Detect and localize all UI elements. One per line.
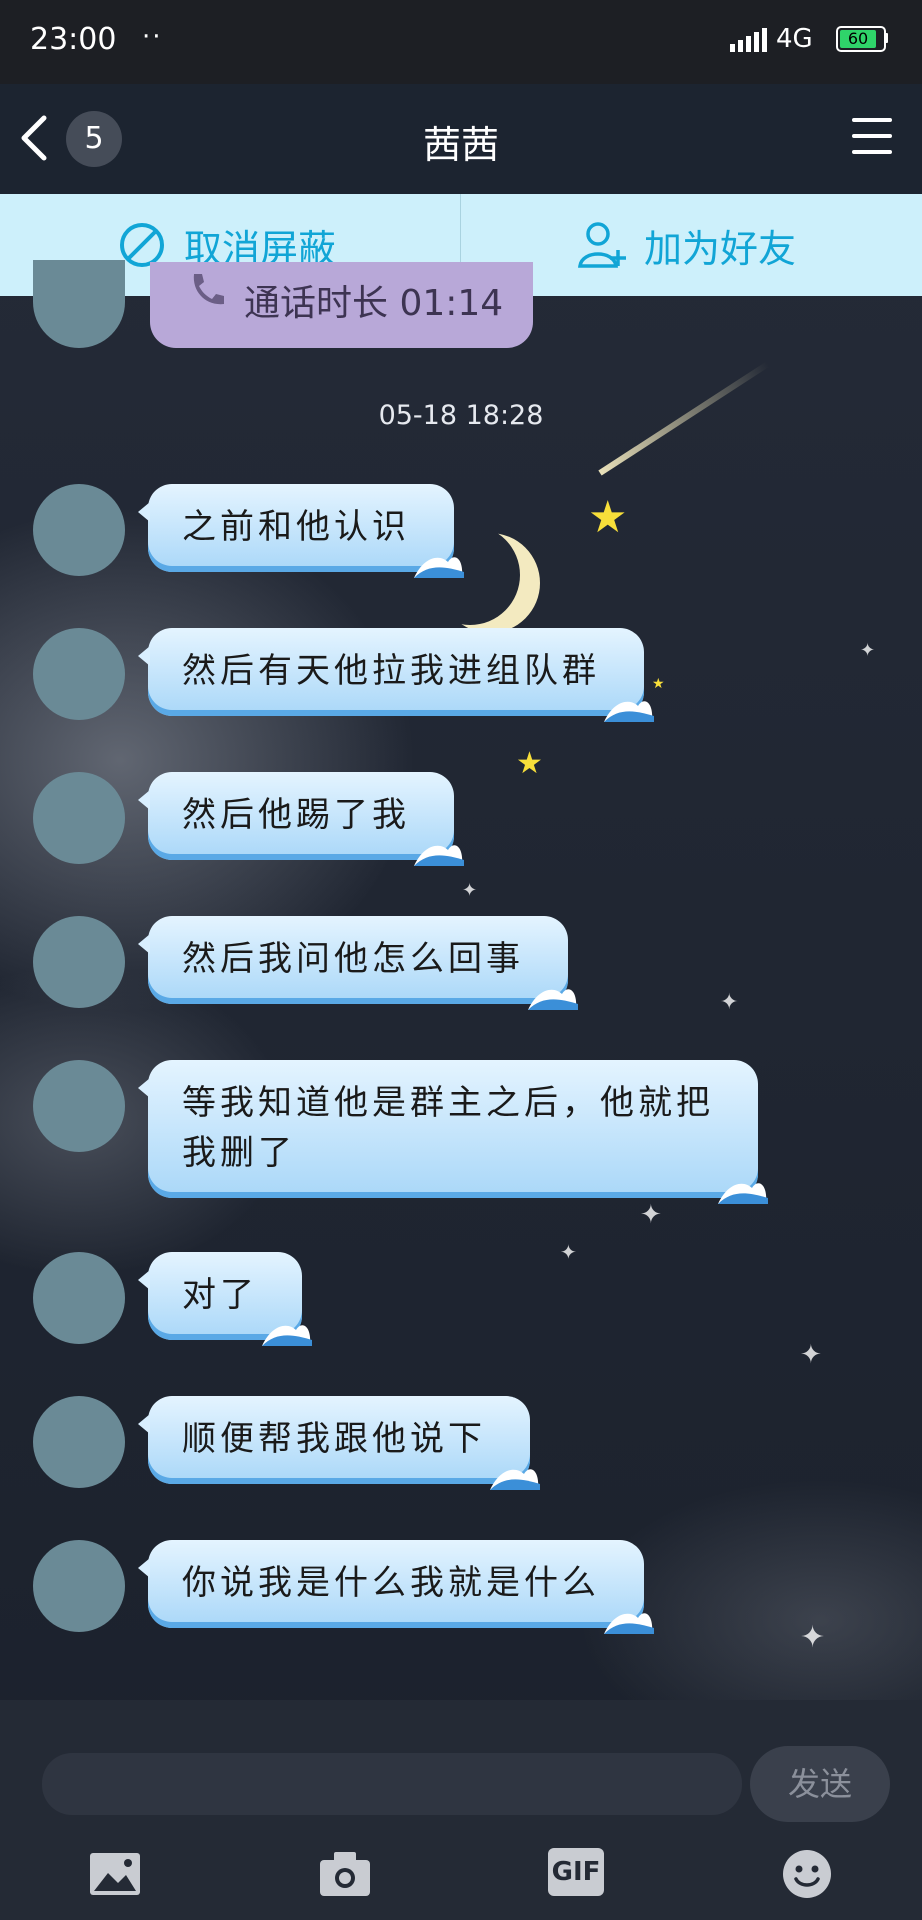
star-icon: ★ xyxy=(652,676,665,692)
wave-decoration xyxy=(414,557,464,578)
menu-icon[interactable] xyxy=(850,114,894,158)
wave-decoration xyxy=(528,989,578,1010)
wave-decoration xyxy=(718,1183,768,1204)
call-record-bubble[interactable]: 通话时长 01:14 xyxy=(150,262,533,348)
status-bar: 23:00 ·· 4G 60 xyxy=(0,0,922,84)
message-bubble[interactable]: 然后有天他拉我进组队群 xyxy=(138,628,654,722)
message-bubble[interactable]: 你说我是什么我就是什么 xyxy=(138,1540,654,1634)
wave-decoration xyxy=(490,1469,540,1490)
avatar[interactable] xyxy=(33,1060,125,1152)
star-icon: ★ xyxy=(588,492,628,543)
avatar[interactable] xyxy=(33,484,125,576)
sparkle-icon: ✦ xyxy=(462,880,478,901)
emoji-icon[interactable] xyxy=(782,1848,832,1900)
status-dots: ·· xyxy=(142,22,163,52)
battery-tip xyxy=(884,33,888,43)
camera-icon[interactable] xyxy=(318,1848,372,1900)
phone-icon xyxy=(193,274,224,305)
signal-icon xyxy=(730,28,767,52)
message-bubble[interactable]: 对了 xyxy=(138,1252,312,1346)
battery-icon: 60 xyxy=(836,26,886,52)
message-text: 然后我问他怎么回事 xyxy=(182,939,524,979)
avatar[interactable] xyxy=(33,1540,125,1632)
wave-decoration xyxy=(604,1613,654,1634)
message-text: 之前和他认识 xyxy=(182,507,410,547)
wave-decoration xyxy=(414,845,464,866)
message-text: 然后有天他拉我进组队群 xyxy=(182,651,600,691)
message-bubble[interactable]: 然后我问他怎么回事 xyxy=(138,916,578,1010)
avatar[interactable] xyxy=(33,260,125,348)
sparkle-icon: ✦ xyxy=(800,1340,822,1370)
message-bubble[interactable]: 然后他踢了我 xyxy=(138,772,464,866)
page-title: 茜茜 xyxy=(422,123,499,167)
message-bubble[interactable]: 等我知道他是群主之后，他就把我删了 xyxy=(138,1060,768,1204)
message-input[interactable] xyxy=(42,1753,742,1815)
star-icon: ★ xyxy=(516,746,543,781)
avatar[interactable] xyxy=(33,916,125,1008)
avatar[interactable] xyxy=(33,772,125,864)
image-icon[interactable] xyxy=(88,1848,142,1900)
message-text: 然后他踢了我 xyxy=(182,795,410,835)
chat-header: 5 茜茜 xyxy=(0,84,922,194)
status-time: 23:00 xyxy=(30,22,117,57)
sparkle-icon: ✦ xyxy=(720,990,739,1015)
add-user-icon xyxy=(578,222,626,268)
add-friend-button[interactable]: 加为好友 xyxy=(578,194,796,296)
avatar[interactable] xyxy=(33,628,125,720)
call-duration: 通话时长 01:14 xyxy=(244,283,504,324)
message-timestamp: 05-18 18:28 xyxy=(378,400,544,431)
message-text: 等我知道他是群主之后，他就把我删了 xyxy=(182,1083,714,1173)
network-type: 4G xyxy=(776,24,813,54)
sparkle-icon: ✦ xyxy=(640,1200,662,1230)
sparkle-icon: ✦ xyxy=(560,1240,577,1264)
gif-icon[interactable]: GIF xyxy=(548,1848,604,1896)
message-text: 顺便帮我跟他说下 xyxy=(182,1419,486,1459)
message-text: 你说我是什么我就是什么 xyxy=(182,1563,600,1603)
sparkle-icon: ✦ xyxy=(860,640,876,661)
avatar[interactable] xyxy=(33,1396,125,1488)
wave-decoration xyxy=(262,1325,312,1346)
battery-level: 60 xyxy=(840,30,876,48)
add-friend-label: 加为好友 xyxy=(644,226,797,271)
sparkle-icon: ✦ xyxy=(800,1620,826,1655)
message-bubble[interactable]: 之前和他认识 xyxy=(138,484,464,578)
message-text: 对了 xyxy=(182,1275,258,1315)
avatar[interactable] xyxy=(33,1252,125,1344)
message-bubble[interactable]: 顺便帮我跟他说下 xyxy=(138,1396,540,1490)
wave-decoration xyxy=(604,701,654,722)
send-button[interactable]: 发送 xyxy=(750,1746,890,1822)
